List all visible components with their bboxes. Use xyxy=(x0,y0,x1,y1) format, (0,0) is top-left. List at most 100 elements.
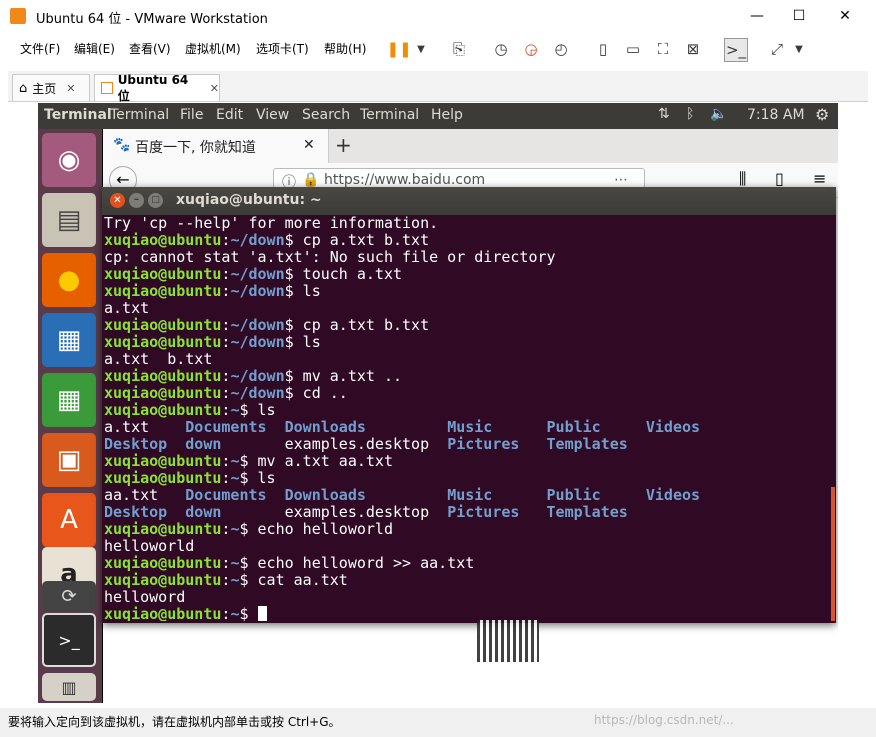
terminal-line: a.txt xyxy=(104,300,832,317)
terminal-line: xuqiao@ubuntu:~$ echo helloword >> aa.tx… xyxy=(104,555,832,572)
prompt-dollar: $ xyxy=(239,452,249,470)
command-text: cd .. xyxy=(293,384,348,402)
prompt-user: xuqiao@ubuntu xyxy=(104,554,222,572)
firefox-tab-close-icon[interactable]: ✕ xyxy=(303,137,315,153)
terminal-scrollbar[interactable] xyxy=(831,487,835,621)
terminal-maximize-icon[interactable]: □ xyxy=(148,193,163,208)
terminal-window[interactable]: ✕ – □ xuqiao@ubuntu: ~ Try 'cp --help' f… xyxy=(102,187,836,623)
snapshot-icon[interactable]: ◷ xyxy=(490,38,512,60)
ls-entry-name: Documents xyxy=(185,418,267,436)
revert-snapshot-icon[interactable]: ◶ xyxy=(520,38,542,60)
panel-menu-terminal[interactable]: Terminal xyxy=(110,107,169,123)
dropdown-arrow-icon[interactable]: ▼ xyxy=(410,38,432,60)
terminal-line: xuqiao@ubuntu:~/down$ cp a.txt b.txt xyxy=(104,317,832,334)
minimize-button[interactable]: — xyxy=(734,0,780,32)
trash-icon[interactable]: ▥ xyxy=(42,673,96,701)
close-window-button[interactable]: ✕ xyxy=(822,0,868,32)
menu-view[interactable]: 查看(V) xyxy=(129,40,171,57)
library-icon[interactable]: ⫼ xyxy=(739,169,746,189)
sidebar-icon[interactable]: ▯ xyxy=(775,169,784,188)
terminal-line: xuqiao@ubuntu:~/down$ cd .. xyxy=(104,385,832,402)
settings-gear-icon[interactable]: ⚙ xyxy=(815,105,829,124)
page-actions-icon[interactable]: ⋯ xyxy=(614,172,628,188)
new-tab-icon[interactable]: + xyxy=(335,133,352,157)
baidu-favicon-icon: 🐾 xyxy=(113,137,131,153)
menu-file[interactable]: 文件(F) xyxy=(20,40,60,57)
firefox-tab[interactable]: 🐾 百度一下, 你就知道 ✕ xyxy=(103,129,329,163)
ls-entry-name: Documents xyxy=(185,486,267,504)
hamburger-menu-icon[interactable]: ≡ xyxy=(813,169,826,188)
panel-menu-edit[interactable]: Edit xyxy=(216,107,243,123)
output-text: a.txt b.txt xyxy=(104,350,213,368)
ls-entry-name: Music xyxy=(447,418,493,436)
terminal-line: Try 'cp --help' for more information. xyxy=(104,215,832,232)
prompt-dollar: $ xyxy=(239,401,249,419)
tab-home[interactable]: ⌂ 主页 ✕ xyxy=(12,74,90,101)
stretch-dropdown-icon[interactable]: ▼ xyxy=(788,38,810,60)
prompt-user: xuqiao@ubuntu xyxy=(104,265,222,283)
ls-entry-name: aa.txt xyxy=(104,486,159,504)
tab-ubuntu-label: Ubuntu 64 位 xyxy=(117,72,189,103)
panel-clock[interactable]: 7:18 AM xyxy=(747,107,805,123)
panel-menu-view[interactable]: View xyxy=(256,107,289,123)
writer-icon[interactable]: ▦ xyxy=(42,313,96,367)
url-text[interactable]: https://www.baidu.com xyxy=(324,172,485,188)
prompt-dollar: $ xyxy=(284,333,294,351)
terminal-minimize-icon[interactable]: – xyxy=(129,193,144,208)
panel-menu-help[interactable]: Help xyxy=(431,107,463,123)
directory-entry: Videos xyxy=(646,418,700,436)
calc-icon[interactable]: ▦ xyxy=(42,373,96,427)
window-title: Ubuntu 64 位 - VMware Workstation xyxy=(36,12,268,27)
terminal-output[interactable]: Try 'cp --help' for more information. xuq… xyxy=(104,215,832,621)
command-text xyxy=(249,605,258,621)
guest-screen[interactable]: Terminal Terminal File Edit View Search … xyxy=(38,103,838,703)
updater-icon[interactable]: ⟳ xyxy=(42,581,96,611)
thumbnail-icon[interactable]: ▭ xyxy=(622,38,644,60)
terminal-close-icon[interactable]: ✕ xyxy=(110,193,125,208)
command-text: ls xyxy=(248,469,276,487)
directory-entry: down xyxy=(185,503,221,521)
menu-help[interactable]: 帮助(H) xyxy=(324,40,366,57)
terminal-launcher-icon[interactable]: >_ xyxy=(42,613,96,667)
firefox-icon[interactable]: ● xyxy=(42,253,96,307)
software-center-icon[interactable]: A xyxy=(42,493,96,547)
fullscreen-icon[interactable]: ⛶ xyxy=(652,38,674,60)
snapshot-manager-icon[interactable]: ◴ xyxy=(550,38,572,60)
panel-menu-terminal-2[interactable]: Terminal xyxy=(360,107,419,123)
console-view-icon[interactable]: >_ xyxy=(724,38,748,62)
network-icon[interactable]: ⇅ xyxy=(658,106,670,122)
panel-menu-search[interactable]: Search xyxy=(302,107,350,123)
terminal-line: cp: cannot stat 'a.txt': No such file or… xyxy=(104,249,832,266)
dash-icon[interactable]: ◉ xyxy=(42,133,96,187)
library-icon[interactable]: ▯ xyxy=(592,38,614,60)
ls-entry-name: Downloads xyxy=(284,418,366,436)
impress-icon[interactable]: ▣ xyxy=(42,433,96,487)
command-text: mv a.txt .. xyxy=(293,367,403,385)
close-tab-icon[interactable]: ✕ xyxy=(66,82,75,95)
terminal-titlebar: ✕ – □ xuqiao@ubuntu: ~ xyxy=(102,187,836,215)
ls-entry-name: down xyxy=(185,435,222,453)
directory-entry: Public xyxy=(547,418,601,436)
prompt-dollar: $ xyxy=(284,367,294,385)
menu-tabs[interactable]: 选项卡(T) xyxy=(256,40,309,57)
maximize-button[interactable]: ☐ xyxy=(776,0,822,32)
panel-app-name: Terminal xyxy=(44,107,112,123)
terminal-line: xuqiao@ubuntu:~$ ls xyxy=(104,470,832,487)
panel-menu-file[interactable]: File xyxy=(180,107,203,123)
close-tab-icon[interactable]: ✕ xyxy=(210,82,219,95)
stretch-icon[interactable]: ⤢ xyxy=(766,38,788,60)
unity-icon[interactable]: ⊠ xyxy=(682,38,704,60)
terminal-line: a.txt Documents Downloads Music Public V… xyxy=(104,419,832,436)
volume-icon[interactable]: 🔈 xyxy=(710,106,727,122)
menu-vm[interactable]: 虚拟机(M) xyxy=(185,40,241,57)
tab-ubuntu[interactable]: Ubuntu 64 位 ✕ xyxy=(94,72,220,103)
pause-icon[interactable]: ❚❚ xyxy=(386,38,411,60)
ls-entry-name: examples.desktop xyxy=(284,435,430,453)
menu-edit[interactable]: 编辑(E) xyxy=(74,40,115,57)
ls-entry-name: Videos xyxy=(645,486,701,504)
send-ctrl-alt-del-icon[interactable]: ⎘ xyxy=(448,38,470,60)
prompt-path: ~/down xyxy=(230,265,285,283)
directory-entry: Desktop xyxy=(104,503,167,521)
bluetooth-icon[interactable]: ᛒ xyxy=(686,106,694,122)
files-icon[interactable]: ▤ xyxy=(42,193,96,247)
